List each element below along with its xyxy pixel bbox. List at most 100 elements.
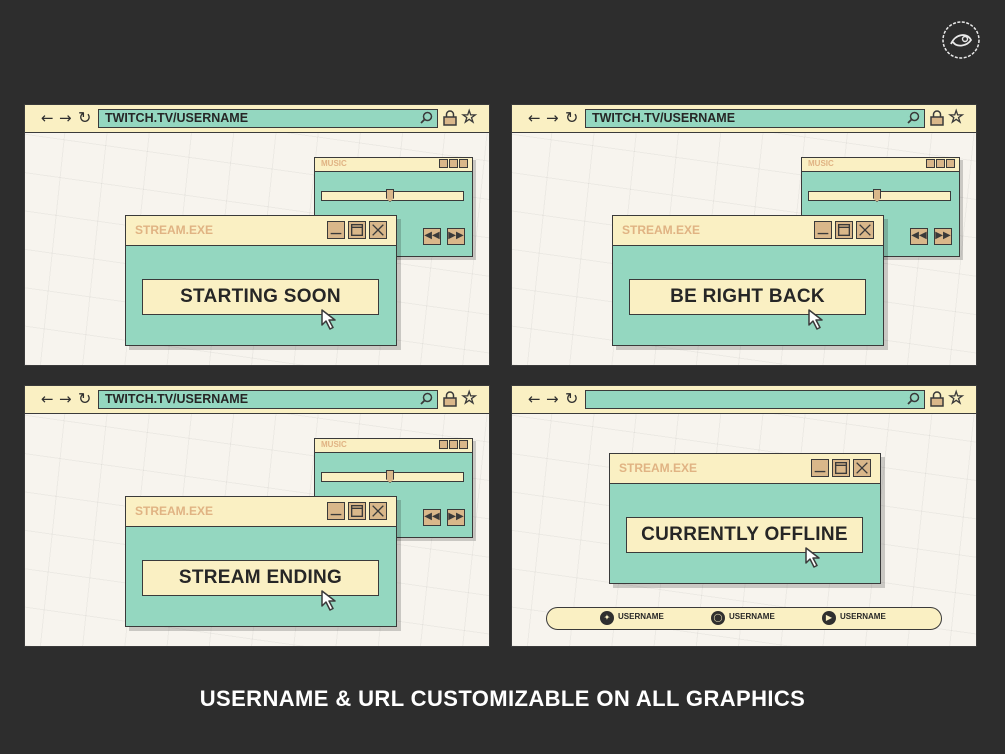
lock-icon bbox=[930, 110, 944, 126]
back-arrow-icon[interactable]: ← bbox=[528, 390, 541, 408]
social-username: USERNAME bbox=[729, 612, 775, 621]
url-text: TWITCH.TV/USERNAME bbox=[105, 111, 249, 125]
lock-icon bbox=[930, 391, 944, 407]
maximize-button[interactable] bbox=[348, 221, 366, 239]
stream-window: STREAM.EXE STREAM ENDING bbox=[125, 496, 397, 627]
minimize-icon[interactable] bbox=[926, 159, 935, 168]
close-icon[interactable] bbox=[459, 440, 468, 449]
maximize-icon[interactable] bbox=[936, 159, 945, 168]
maximize-button[interactable] bbox=[835, 221, 853, 239]
fast-forward-button[interactable]: ▶▶ bbox=[447, 509, 465, 526]
back-arrow-icon[interactable]: ← bbox=[528, 109, 541, 127]
music-volume-slider[interactable] bbox=[321, 470, 464, 483]
social-username: USERNAME bbox=[840, 612, 886, 621]
star-icon[interactable]: ★ bbox=[948, 106, 964, 127]
fast-forward-button[interactable]: ▶▶ bbox=[934, 228, 952, 245]
stream-window-titlebar: STREAM.EXE bbox=[610, 454, 880, 484]
reload-icon[interactable]: ↻ bbox=[78, 390, 91, 408]
stream-window-titlebar: STREAM.EXE bbox=[126, 216, 396, 246]
back-arrow-icon[interactable]: ← bbox=[41, 109, 54, 127]
star-icon[interactable]: ★ bbox=[461, 106, 477, 127]
search-icon[interactable] bbox=[420, 111, 433, 124]
url-text: TWITCH.TV/USERNAME bbox=[105, 392, 249, 406]
stream-window-title: STREAM.EXE bbox=[135, 504, 214, 518]
stream-window: STREAM.EXE BE RIGHT BACK bbox=[612, 215, 884, 346]
status-message: CURRENTLY OFFLINE bbox=[626, 517, 863, 553]
slider-knob[interactable] bbox=[386, 189, 394, 202]
minimize-button[interactable] bbox=[327, 221, 345, 239]
search-icon[interactable] bbox=[420, 392, 433, 405]
close-button[interactable] bbox=[856, 221, 874, 239]
rewind-button[interactable]: ◀◀ bbox=[910, 228, 928, 245]
reload-icon[interactable]: ↻ bbox=[78, 109, 91, 127]
forward-arrow-icon[interactable]: → bbox=[546, 390, 559, 408]
maximize-button[interactable] bbox=[348, 502, 366, 520]
browser-toolbar: ← → ↻ TWITCH.TV/USERNAME ★ bbox=[512, 105, 976, 133]
minimize-button[interactable] bbox=[811, 459, 829, 477]
close-button[interactable] bbox=[853, 459, 871, 477]
music-titlebar: MUSIC bbox=[802, 158, 959, 172]
address-bar[interactable]: TWITCH.TV/USERNAME bbox=[98, 109, 438, 128]
stream-window-title: STREAM.EXE bbox=[622, 223, 701, 237]
browser-toolbar: ← → ↻ TWITCH.TV/USERNAME ★ bbox=[25, 386, 489, 414]
cursor-icon bbox=[808, 309, 823, 330]
search-icon[interactable] bbox=[907, 111, 920, 124]
slider-knob[interactable] bbox=[386, 470, 394, 483]
overlay-panel-starting-soon: ← → ↻ TWITCH.TV/USERNAME ★ MUSIC ◀◀ ▶▶ S… bbox=[24, 104, 490, 366]
youtube-icon: ▶ bbox=[822, 611, 836, 625]
minimize-button[interactable] bbox=[327, 502, 345, 520]
social-links-bar: ✦ USERNAME ◯ USERNAME ▶ USERNAME bbox=[546, 607, 942, 630]
music-volume-slider[interactable] bbox=[808, 189, 951, 202]
lock-icon bbox=[443, 391, 457, 407]
stream-window: STREAM.EXE STARTING SOON bbox=[125, 215, 397, 346]
maximize-icon[interactable] bbox=[449, 440, 458, 449]
maximize-button[interactable] bbox=[832, 459, 850, 477]
rewind-button[interactable]: ◀◀ bbox=[423, 228, 441, 245]
music-titlebar: MUSIC bbox=[315, 439, 472, 453]
music-title: MUSIC bbox=[321, 159, 347, 168]
browser-toolbar: ← → ↻ TWITCH.TV/USERNAME ★ bbox=[25, 105, 489, 133]
cursor-icon bbox=[805, 547, 820, 568]
fast-forward-button[interactable]: ▶▶ bbox=[447, 228, 465, 245]
search-icon[interactable] bbox=[907, 392, 920, 405]
forward-arrow-icon[interactable]: → bbox=[546, 109, 559, 127]
forward-arrow-icon[interactable]: → bbox=[59, 390, 72, 408]
maximize-icon[interactable] bbox=[449, 159, 458, 168]
slider-knob[interactable] bbox=[873, 189, 881, 202]
minimize-icon[interactable] bbox=[439, 440, 448, 449]
status-message: STARTING SOON bbox=[142, 279, 379, 315]
close-button[interactable] bbox=[369, 221, 387, 239]
stream-window: STREAM.EXE CURRENTLY OFFLINE bbox=[609, 453, 881, 584]
music-titlebar: MUSIC bbox=[315, 158, 472, 172]
minimize-icon[interactable] bbox=[439, 159, 448, 168]
brand-logo-icon bbox=[942, 21, 980, 59]
browser-toolbar: ← → ↻ ★ bbox=[512, 386, 976, 414]
back-arrow-icon[interactable]: ← bbox=[41, 390, 54, 408]
address-bar[interactable] bbox=[585, 390, 925, 409]
instagram-icon: ◯ bbox=[711, 611, 725, 625]
overlay-panel-be-right-back: ← → ↻ TWITCH.TV/USERNAME ★ MUSIC ◀◀ ▶▶ S… bbox=[511, 104, 977, 366]
lock-icon bbox=[443, 110, 457, 126]
close-button[interactable] bbox=[369, 502, 387, 520]
caption-text: USERNAME & URL CUSTOMIZABLE ON ALL GRAPH… bbox=[199, 686, 806, 711]
music-title: MUSIC bbox=[321, 440, 347, 449]
reload-icon[interactable]: ↻ bbox=[565, 390, 578, 408]
music-volume-slider[interactable] bbox=[321, 189, 464, 202]
close-icon[interactable] bbox=[459, 159, 468, 168]
stream-window-titlebar: STREAM.EXE bbox=[613, 216, 883, 246]
address-bar[interactable]: TWITCH.TV/USERNAME bbox=[585, 109, 925, 128]
close-icon[interactable] bbox=[946, 159, 955, 168]
forward-arrow-icon[interactable]: → bbox=[59, 109, 72, 127]
address-bar[interactable]: TWITCH.TV/USERNAME bbox=[98, 390, 438, 409]
status-message: STREAM ENDING bbox=[142, 560, 379, 596]
overlay-panel-stream-ending: ← → ↻ TWITCH.TV/USERNAME ★ MUSIC ◀◀ ▶▶ S… bbox=[24, 385, 490, 647]
star-icon[interactable]: ★ bbox=[948, 387, 964, 408]
cursor-icon bbox=[321, 309, 336, 330]
minimize-button[interactable] bbox=[814, 221, 832, 239]
stream-window-title: STREAM.EXE bbox=[135, 223, 214, 237]
reload-icon[interactable]: ↻ bbox=[565, 109, 578, 127]
rewind-button[interactable]: ◀◀ bbox=[423, 509, 441, 526]
twitter-icon: ✦ bbox=[600, 611, 614, 625]
url-text: TWITCH.TV/USERNAME bbox=[592, 111, 736, 125]
star-icon[interactable]: ★ bbox=[461, 387, 477, 408]
